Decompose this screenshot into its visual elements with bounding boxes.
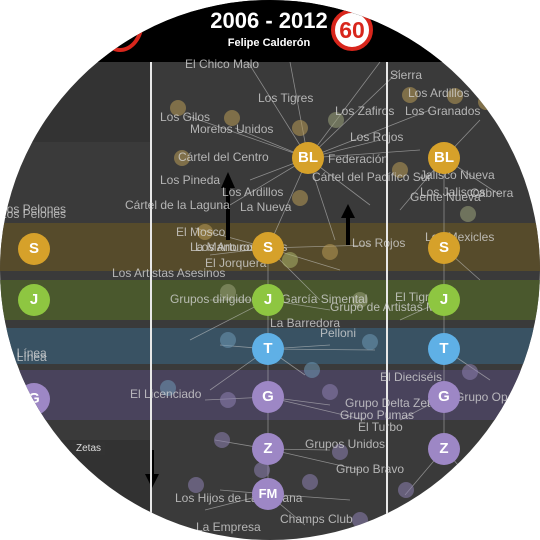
- group-label[interactable]: Grupos Unidos: [305, 437, 385, 451]
- minor-group-dot[interactable]: [478, 94, 494, 110]
- node-juarez-left[interactable]: J: [18, 284, 50, 316]
- minor-group-dot[interactable]: [292, 190, 308, 206]
- node-tijuana-right[interactable]: T: [428, 333, 460, 365]
- node-sinaloa[interactable]: S: [252, 232, 284, 264]
- minor-group-dot[interactable]: [214, 432, 230, 448]
- node-juarez-right[interactable]: J: [428, 284, 460, 316]
- group-label[interactable]: Cártel de la Laguna: [125, 198, 230, 212]
- group-label[interactable]: El Mosco: [176, 225, 225, 239]
- node-sinaloa-right[interactable]: S: [428, 232, 460, 264]
- minor-group-dot[interactable]: [462, 364, 478, 380]
- group-label[interactable]: El Chico Malo: [185, 57, 259, 71]
- minor-group-dot[interactable]: [220, 392, 236, 408]
- group-label[interactable]: Cártel del Centro: [178, 150, 269, 164]
- group-label[interactable]: La Nueva: [240, 200, 291, 214]
- timeline-lens-view: 2006 - 2012 Felipe Calderón 60 El Chico …: [0, 0, 540, 540]
- group-label[interactable]: Los Rojos: [352, 236, 405, 250]
- group-count-badge[interactable]: 60: [331, 9, 373, 51]
- group-label[interactable]: Morelos Unidos: [190, 122, 273, 136]
- previous-period-badge[interactable]: [96, 0, 144, 52]
- node-zetas[interactable]: Z: [252, 433, 284, 465]
- group-label[interactable]: Los Pineda: [160, 173, 220, 187]
- minor-group-dot[interactable]: [302, 474, 318, 490]
- minor-group-dot[interactable]: [362, 334, 378, 350]
- group-label[interactable]: El Licenciado: [130, 387, 201, 401]
- group-label[interactable]: El Dieciséis: [380, 370, 442, 384]
- minor-group-dot[interactable]: [352, 512, 368, 528]
- node-golfo-left[interactable]: G: [18, 383, 50, 415]
- node-beltran-leyva-right[interactable]: BL: [428, 142, 460, 174]
- minor-group-dot[interactable]: [220, 332, 236, 348]
- minor-group-dot[interactable]: [292, 120, 308, 136]
- minor-group-dot[interactable]: [322, 244, 338, 260]
- group-label[interactable]: Cártel del Pacífico Sur: [312, 170, 431, 184]
- node-beltran-leyva[interactable]: BL: [292, 142, 324, 174]
- node-tijuana[interactable]: T: [252, 333, 284, 365]
- node-golfo[interactable]: G: [252, 381, 284, 413]
- node-sinaloa-left[interactable]: S: [18, 233, 50, 265]
- group-label[interactable]: Grupo Operativo: [455, 390, 540, 404]
- minor-group-dot[interactable]: [304, 362, 320, 378]
- minor-group-dot[interactable]: [398, 482, 414, 498]
- stripe-top-left: [0, 62, 150, 142]
- group-label[interactable]: Los Pelones: [0, 207, 66, 221]
- group-label[interactable]: Sierra: [390, 68, 422, 82]
- minor-group-dot[interactable]: [322, 384, 338, 400]
- group-label[interactable]: Champs Club: [280, 512, 353, 526]
- node-golfo-right[interactable]: G: [428, 381, 460, 413]
- node-familia-michoacana[interactable]: FM: [252, 478, 284, 510]
- group-label[interactable]: Los Artistas Asesinos: [112, 266, 225, 280]
- group-label[interactable]: La Línea: [0, 350, 47, 364]
- group-label[interactable]: El Turbo: [358, 420, 403, 434]
- minor-group-dot[interactable]: [460, 206, 476, 222]
- group-label[interactable]: Los Granados: [405, 104, 480, 118]
- group-label[interactable]: La Empresa: [196, 520, 261, 534]
- group-label[interactable]: Gente Nueva: [410, 190, 481, 204]
- group-label[interactable]: Grupo Bravo: [336, 462, 404, 476]
- node-juarez[interactable]: J: [252, 284, 284, 316]
- group-label[interactable]: Los Tigres: [258, 91, 313, 105]
- node-zetas-right[interactable]: Z: [428, 433, 460, 465]
- tag-zetas[interactable]: Zetas: [72, 442, 106, 455]
- group-label[interactable]: Pelloni: [320, 326, 356, 340]
- group-label[interactable]: Federación: [328, 152, 388, 166]
- group-label[interactable]: Los Ardillos: [408, 86, 469, 100]
- group-label[interactable]: Los Zafiros: [335, 104, 394, 118]
- group-label[interactable]: Los Rojos: [350, 130, 403, 144]
- stripe-bottom-left: [0, 440, 150, 540]
- minor-group-dot[interactable]: [282, 252, 298, 268]
- period-header: 2006 - 2012 Felipe Calderón 60: [0, 0, 540, 62]
- period-divider-left: [150, 62, 152, 540]
- group-label[interactable]: Jalisco Nueva: [420, 168, 495, 182]
- group-label[interactable]: Los Ardillos: [222, 185, 283, 199]
